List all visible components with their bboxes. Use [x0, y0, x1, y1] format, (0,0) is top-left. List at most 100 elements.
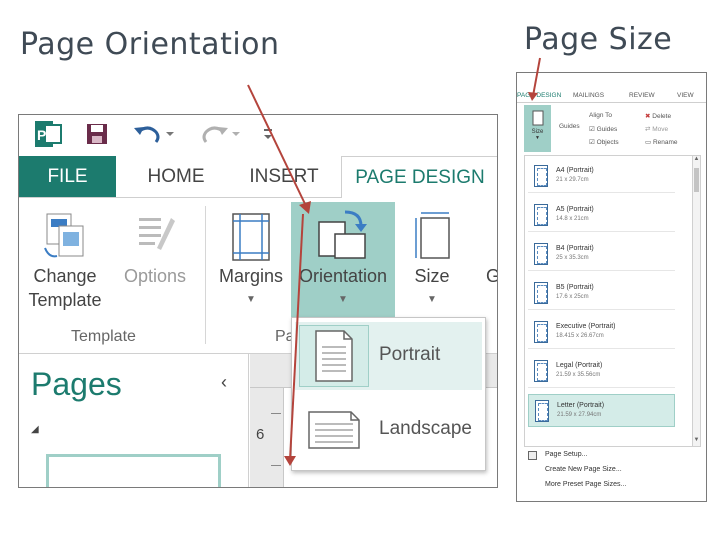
customize-qat-icon[interactable]: [259, 118, 277, 150]
orientation-icon: [318, 210, 367, 259]
page-size-dimensions: 25 x 35.3cm: [556, 255, 589, 261]
ruler-number: 6: [256, 426, 265, 443]
page-size-name: B5 (Portrait): [556, 284, 594, 291]
page-size-name: A4 (Portrait): [556, 167, 594, 174]
delete-icon: ✖: [645, 113, 651, 120]
page-size-item[interactable]: Legal (Portrait) 21.59 x 35.56cm: [528, 355, 675, 388]
options-label: Options: [123, 266, 187, 286]
guides-checkbox[interactable]: ☑ Guides: [589, 125, 617, 133]
page-size-name: A5 (Portrait): [556, 206, 594, 213]
margins-icon: [232, 213, 270, 261]
move-page-button[interactable]: ⇄ Move: [645, 125, 668, 133]
move-label: Move: [652, 126, 669, 133]
page-size-dimensions: 17.6 x 25cm: [556, 294, 589, 300]
orientation-landscape-item[interactable]: Landscape: [295, 396, 482, 464]
tab-file[interactable]: FILE: [19, 156, 116, 198]
page-size-icon: [534, 204, 548, 226]
publisher-icon[interactable]: P: [31, 118, 65, 150]
size-button[interactable]: Size ▼: [399, 202, 465, 322]
page-size-item[interactable]: A4 (Portrait) 21 x 29.7cm: [528, 160, 675, 193]
ruler-tick: [271, 465, 281, 466]
page-size-dimensions: 18.415 x 26.67cm: [556, 333, 604, 339]
tab-view-small[interactable]: VIEW: [677, 92, 694, 99]
landscape-label: Landscape: [379, 418, 472, 439]
size-button-small[interactable]: Size ▼: [524, 105, 551, 152]
page-size-dimensions: 21.59 x 35.56cm: [556, 372, 601, 378]
page-size-icon: [534, 321, 548, 343]
page-orientation-screenshot: P FILE HOME INSERT PAGE DESIGN Change Te…: [18, 114, 498, 488]
page-size-name: Legal (Portrait): [556, 362, 603, 369]
delete-page-button[interactable]: ✖ Delete: [645, 112, 671, 120]
size-caret-icon-small: ▼: [535, 135, 540, 141]
size-caret-icon: ▼: [427, 294, 437, 305]
tab-review-small[interactable]: REVIEW: [629, 92, 655, 99]
scroll-down-icon[interactable]: ▼: [693, 437, 700, 443]
align-to-label[interactable]: Align To: [589, 112, 612, 119]
guides-button-cut[interactable]: G: [483, 202, 497, 322]
guides-label-small[interactable]: Guides: [559, 123, 580, 130]
tab-page-design[interactable]: PAGE DESIGN: [341, 156, 497, 198]
page-size-item[interactable]: Executive (Portrait) 18.415 x 26.67cm: [528, 316, 675, 349]
page-thumbnail[interactable]: [46, 454, 221, 487]
undo-icon[interactable]: [129, 118, 179, 150]
page-size-icon: [534, 360, 548, 382]
rename-label: Rename: [652, 139, 678, 146]
page-size-name: Executive (Portrait): [556, 323, 616, 330]
page-size-dimensions: 21.59 x 27.94cm: [557, 412, 602, 418]
tab-home[interactable]: HOME: [131, 156, 221, 198]
ribbon-tabs: FILE HOME INSERT PAGE DESIGN: [19, 156, 497, 198]
rename-page-button[interactable]: ▭ Rename: [645, 138, 678, 146]
tab-page-design-small[interactable]: PAGE DESIGN: [517, 92, 561, 99]
page-size-scrollbar[interactable]: ▲ ▼: [692, 155, 701, 447]
page-size-dimensions: 14.8 x 21cm: [556, 216, 589, 222]
orientation-label: Orientation: [298, 266, 388, 286]
page-size-item-selected[interactable]: Letter (Portrait) 21.59 x 27.94cm: [528, 394, 675, 427]
orientation-dropdown: Portrait Landscape: [291, 317, 486, 471]
portrait-page-icon: [299, 325, 369, 387]
create-new-page-size-link[interactable]: Create New Page Size...: [545, 466, 622, 473]
scroll-thumb[interactable]: [694, 168, 699, 192]
page-size-item[interactable]: B5 (Portrait) 17.6 x 25cm: [528, 277, 675, 310]
change-template-icon: [44, 213, 84, 258]
page-size-icon: [535, 400, 549, 422]
orientation-caret-icon: ▼: [338, 294, 348, 305]
tab-insert[interactable]: INSERT: [237, 156, 331, 198]
orientation-button[interactable]: Orientation ▼: [291, 202, 395, 322]
size-icon-small: [532, 110, 543, 126]
scroll-up-icon[interactable]: ▲: [693, 156, 700, 162]
objects-checkbox-label: Objects: [596, 139, 619, 146]
save-icon[interactable]: [81, 118, 113, 150]
page-setup-link[interactable]: Page Setup...: [545, 451, 587, 458]
page-size-name: Letter (Portrait): [557, 402, 605, 409]
options-button[interactable]: Options: [115, 202, 195, 322]
collapse-pane-icon[interactable]: ‹: [221, 372, 227, 393]
page-size-item[interactable]: B4 (Portrait) 25 x 35.3cm: [528, 238, 675, 271]
more-preset-page-sizes-link[interactable]: More Preset Page Sizes...: [545, 481, 626, 488]
page-size-title: Page Size: [524, 22, 673, 57]
page-orientation-title: Page Orientation: [20, 27, 280, 62]
quick-access-toolbar: P: [19, 115, 497, 156]
ruler-tick: [271, 413, 281, 414]
redo-icon[interactable]: [195, 118, 245, 150]
tab-mailings-small[interactable]: MAILINGS: [573, 92, 604, 99]
options-icon: [139, 218, 175, 250]
page-size-screenshot: PAGE DESIGN MAILINGS REVIEW VIEW Size ▼ …: [516, 72, 707, 502]
delete-label: Delete: [652, 113, 672, 120]
page-setup-icon: [528, 451, 537, 460]
change-template-button[interactable]: Change Template: [25, 202, 105, 322]
objects-checkbox[interactable]: ☑ Objects: [589, 138, 619, 146]
ribbon-tabs-small: PAGE DESIGN MAILINGS REVIEW VIEW: [517, 89, 706, 103]
size-label: Size: [414, 266, 450, 286]
page-size-icon: [534, 282, 548, 304]
ribbon-separator: [205, 206, 206, 344]
pages-title: Pages: [31, 366, 122, 402]
page-size-item[interactable]: A5 (Portrait) 14.8 x 21cm: [528, 199, 675, 232]
change-template-label-1: Change: [33, 266, 97, 286]
page-size-name: B4 (Portrait): [556, 245, 594, 252]
pages-pane: Pages ‹ ◢: [19, 354, 249, 487]
margins-button[interactable]: Margins ▼: [213, 202, 289, 322]
guides-checkbox-label: Guides: [596, 126, 618, 133]
orientation-portrait-item[interactable]: Portrait: [295, 322, 482, 390]
svg-text:P: P: [37, 127, 46, 143]
page-size-icon: [534, 243, 548, 265]
